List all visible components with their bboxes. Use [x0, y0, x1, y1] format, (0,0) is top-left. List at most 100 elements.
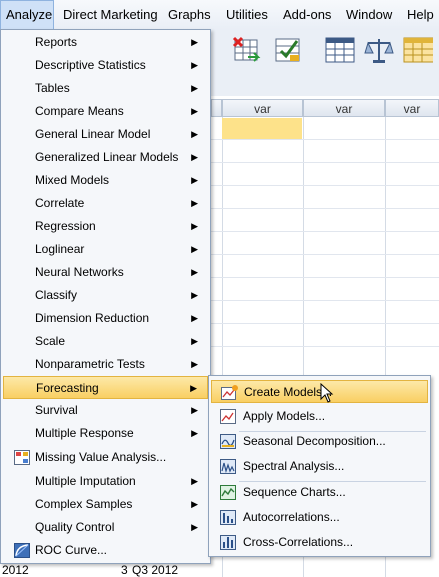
menu-item-nonparametric-tests[interactable]: Nonparametric Tests ▶: [3, 353, 208, 376]
variable-sets-icon[interactable]: [403, 35, 435, 65]
menu-item-seasonal-decomposition[interactable]: Seasonal Decomposition...: [211, 430, 428, 453]
submenu-arrow-icon: ▶: [191, 336, 198, 346]
cell-date[interactable]: Q3 2012: [132, 563, 178, 577]
menu-item-label: General Linear Model: [35, 127, 151, 141]
menu-item-quality-control[interactable]: Quality Control ▶: [3, 516, 208, 539]
submenu-arrow-icon: ▶: [191, 290, 198, 300]
menu-item-label: Survival: [35, 403, 78, 417]
menu-utilities[interactable]: Utilities: [221, 0, 273, 30]
menu-item-label: Descriptive Statistics: [35, 58, 146, 72]
cell-year[interactable]: 2012: [2, 563, 29, 577]
menu-graphs[interactable]: Graphs: [163, 0, 216, 30]
menu-item-spectral-analysis[interactable]: Spectral Analysis...: [211, 455, 428, 478]
grid-line: [210, 277, 439, 278]
menu-help[interactable]: Help: [402, 0, 439, 30]
menubar: Analyze Direct Marketing Graphs Utilitie…: [0, 0, 439, 31]
menu-item-roc-curve[interactable]: ROC Curve...: [3, 539, 208, 562]
menu-item-regression[interactable]: Regression ▶: [3, 215, 208, 238]
menu-item-label: Compare Means: [35, 104, 124, 118]
menu-item-loglinear[interactable]: Loglinear ▶: [3, 238, 208, 261]
menu-item-label: Cross-Correlations...: [243, 535, 354, 549]
menu-item-tables[interactable]: Tables ▶: [3, 77, 208, 100]
menu-item-apply-models[interactable]: Apply Models...: [211, 405, 428, 428]
submenu-arrow-icon: ▶: [191, 198, 198, 208]
column-header-var[interactable]: var: [222, 99, 303, 117]
menu-item-missing-value-analysis[interactable]: Missing Value Analysis...: [3, 446, 208, 469]
menu-item-multiple-response[interactable]: Multiple Response ▶: [3, 422, 208, 445]
weight-cases-icon[interactable]: [364, 35, 394, 65]
cross-correlations-icon: [220, 535, 237, 550]
column-header-partial[interactable]: [211, 99, 222, 117]
submenu-arrow-icon: ▶: [191, 313, 198, 323]
menu-item-label: Quality Control: [35, 520, 115, 534]
submenu-arrow-icon: ▶: [191, 499, 198, 509]
menu-item-label: Neural Networks: [35, 265, 124, 279]
grid-line: [210, 346, 439, 347]
menu-item-label: Reports: [35, 35, 78, 49]
menu-item-descriptive-statistics[interactable]: Descriptive Statistics ▶: [3, 54, 208, 77]
grid-line: [210, 254, 439, 255]
menu-add-ons[interactable]: Add-ons: [278, 0, 336, 30]
grid-line: [210, 300, 439, 301]
column-header-var[interactable]: var: [385, 99, 439, 117]
submenu-arrow-icon: ▶: [191, 221, 198, 231]
split-file-icon[interactable]: [273, 35, 303, 65]
menu-item-label: Mixed Models: [35, 173, 110, 187]
menu-item-label: Regression: [35, 219, 96, 233]
menu-analyze[interactable]: Analyze: [0, 0, 54, 30]
sequence-charts-icon: [220, 485, 237, 500]
menu-item-forecasting[interactable]: Forecasting ▶: [3, 376, 208, 399]
menu-direct-marketing[interactable]: Direct Marketing: [58, 0, 163, 30]
menu-item-mixed-models[interactable]: Mixed Models ▶: [3, 169, 208, 192]
menu-item-label: Autocorrelations...: [243, 510, 340, 524]
submenu-arrow-icon: ▶: [191, 37, 198, 47]
menu-window[interactable]: Window: [341, 0, 397, 30]
menu-item-multiple-imputation[interactable]: Multiple Imputation ▶: [3, 470, 208, 493]
menu-item-label: Dimension Reduction: [35, 311, 150, 325]
menu-item-label: Loglinear: [35, 242, 85, 256]
menu-item-compare-means[interactable]: Compare Means ▶: [3, 100, 208, 123]
cell-index[interactable]: 3: [121, 563, 128, 577]
menu-item-label: Forecasting: [36, 381, 99, 395]
menu-item-reports[interactable]: Reports ▶: [3, 31, 208, 54]
menu-item-survival[interactable]: Survival ▶: [3, 399, 208, 422]
roc-curve-icon: [14, 543, 30, 558]
menu-item-label: Sequence Charts...: [243, 485, 346, 499]
menu-item-label: Apply Models...: [243, 409, 326, 423]
menu-item-general-linear-model[interactable]: General Linear Model ▶: [3, 123, 208, 146]
menu-item-label: Create Models...: [244, 385, 333, 399]
analyze-menu: Reports ▶ Descriptive Statistics ▶ Tables ▶…: [0, 29, 211, 564]
menu-item-scale[interactable]: Scale ▶: [3, 330, 208, 353]
spectral-analysis-icon: [220, 459, 237, 474]
selected-cell[interactable]: [222, 118, 302, 139]
menu-item-classify[interactable]: Classify ▶: [3, 284, 208, 307]
menu-item-sequence-charts[interactable]: Sequence Charts...: [211, 481, 428, 504]
autocorrelations-icon: [220, 510, 237, 525]
menu-item-complex-samples[interactable]: Complex Samples ▶: [3, 493, 208, 516]
menu-item-label: Seasonal Decomposition...: [243, 434, 386, 448]
menu-item-neural-networks[interactable]: Neural Networks ▶: [3, 261, 208, 284]
seasonal-decomposition-icon: [220, 434, 237, 449]
menu-item-label: Complex Samples: [35, 497, 133, 511]
grid-line: [210, 208, 439, 209]
insert-cases-icon[interactable]: [232, 35, 262, 65]
submenu-arrow-icon: ▶: [191, 244, 198, 254]
menu-item-label: Nonparametric Tests: [35, 357, 145, 371]
menu-item-label: Multiple Imputation: [35, 474, 136, 488]
submenu-arrow-icon: ▶: [191, 522, 198, 532]
menu-item-dimension-reduction[interactable]: Dimension Reduction ▶: [3, 307, 208, 330]
submenu-arrow-icon: ▶: [191, 428, 198, 438]
mouse-cursor-icon: [320, 382, 334, 403]
submenu-arrow-icon: ▶: [191, 267, 198, 277]
menu-item-label: Multiple Response: [35, 426, 134, 440]
menu-item-generalized-linear-models[interactable]: Generalized Linear Models ▶: [3, 146, 208, 169]
grid-line: [210, 185, 439, 186]
submenu-arrow-icon: ▶: [191, 129, 198, 139]
submenu-arrow-icon: ▶: [191, 106, 198, 116]
menu-item-cross-correlations[interactable]: Cross-Correlations...: [211, 531, 428, 554]
column-header-var[interactable]: var: [303, 99, 385, 117]
menu-item-correlate[interactable]: Correlate ▶: [3, 192, 208, 215]
value-labels-icon[interactable]: [325, 35, 355, 65]
menu-item-label: ROC Curve...: [35, 543, 108, 557]
menu-item-autocorrelations[interactable]: Autocorrelations...: [211, 506, 428, 529]
